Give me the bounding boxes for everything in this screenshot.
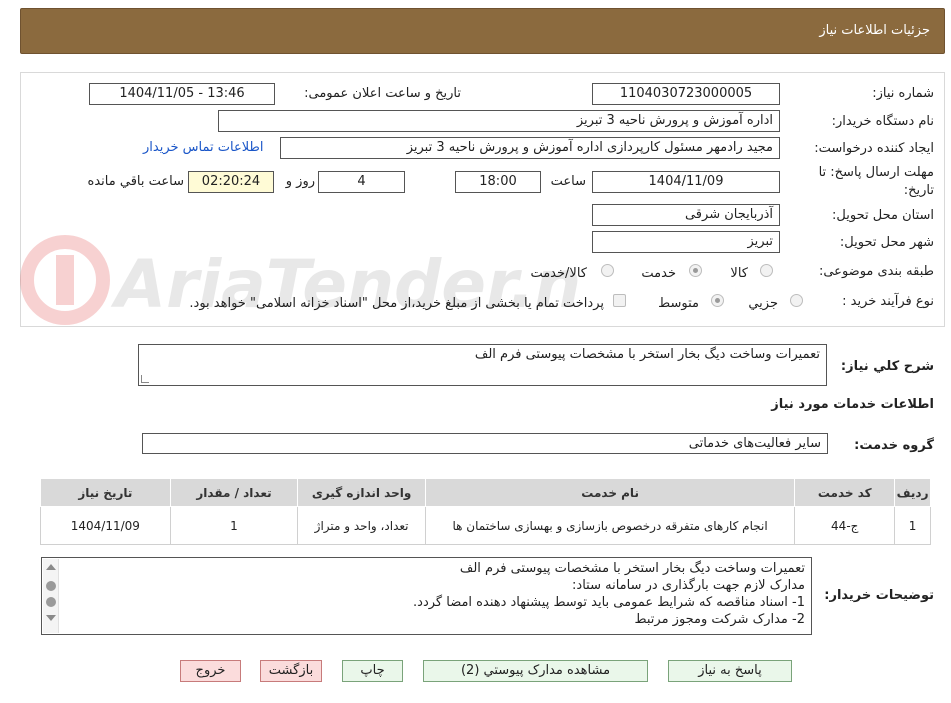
table-header-row: رديف کد خدمت نام خدمت واحد اندازه گيری ت…: [40, 478, 931, 507]
treasury-payment-checkbox[interactable]: [613, 294, 626, 307]
print-button[interactable]: چاپ: [342, 660, 403, 682]
general-description-textarea[interactable]: تعمیرات وساخت دیگ بخار استخر با مشخصات پ…: [138, 344, 827, 386]
scroll-up-icon[interactable]: [46, 564, 56, 570]
exit-button[interactable]: خروج: [180, 660, 241, 682]
province-label: استان محل تحویل:: [832, 208, 934, 223]
deadline-label: مهلت ارسال پاسخ: تا: [818, 165, 934, 180]
requester-label: ايجاد كننده درخواست:: [814, 141, 934, 156]
cell-need-date: 1404/11/09: [40, 506, 171, 545]
col-header-service-code: کد خدمت: [794, 478, 896, 507]
requester-field[interactable]: مجید رادمهر مسئول کارپردازی اداره آموزش …: [280, 137, 780, 159]
resize-handle-icon[interactable]: [141, 375, 149, 383]
process-minor-label: جزیي: [748, 296, 778, 311]
back-button[interactable]: بازگشت: [260, 660, 322, 682]
col-header-quantity: تعداد / مقدار: [169, 478, 299, 507]
remaining-days-field: 4: [318, 171, 405, 193]
page-header: جزئیات اطلاعات نیاز: [20, 8, 945, 54]
scroll-thumb-icon[interactable]: [46, 597, 56, 607]
deadline-date-field[interactable]: 1404/11/09: [592, 171, 780, 193]
category-service-label: خدمت: [641, 266, 676, 281]
buyer-notes-line: تعمیرات وساخت دیگ بخار استخر با مشخصات پ…: [459, 561, 805, 576]
remaining-label: ساعت باقي مانده: [87, 174, 184, 189]
announce-datetime-label: تاریخ و ساعت اعلان عمومی:: [304, 86, 461, 101]
scroll-down-icon[interactable]: [46, 615, 56, 621]
city-field[interactable]: تبریز: [592, 231, 780, 253]
services-section-title: اطلاعات خدمات مورد نياز: [771, 397, 934, 412]
treasury-payment-note: پرداخت تمام یا بخشی از مبلغ خرید،از محل …: [189, 296, 604, 311]
process-medium-radio[interactable]: [711, 294, 724, 307]
col-header-unit: واحد اندازه گيری: [297, 478, 426, 507]
category-label: طبقه بندی موضوعی:: [818, 264, 934, 279]
buyer-contact-link[interactable]: اطلاعات تماس خریدار: [143, 140, 263, 155]
deadline-time-label: ساعت: [550, 174, 586, 189]
buyer-notes-label: توضیحات خریدار:: [824, 588, 934, 603]
service-group-label: گروه خدمت:: [854, 438, 934, 453]
category-goods-service-radio[interactable]: [601, 264, 614, 277]
cell-service-code: ج-44: [794, 506, 896, 545]
table-row: 1 ج-44 انجام کارهای متفرقه درخصوص بازساز…: [40, 506, 931, 545]
cell-unit: تعداد، واحد و متراژ: [297, 506, 426, 545]
cell-row-number: 1: [894, 506, 931, 545]
buyer-notes-line: 1- اسناد مناقصه که شرایط عمومی باید توسط…: [413, 595, 805, 610]
province-field[interactable]: آذربایجان شرقی: [592, 204, 780, 226]
buyer-org-field[interactable]: اداره آموزش و پرورش ناحیه 3 تبریز: [218, 110, 780, 132]
services-table: رديف کد خدمت نام خدمت واحد اندازه گيری ت…: [40, 478, 931, 545]
buyer-notes-line: 2- مدارک شرکت ومجوز مرتبط: [634, 612, 805, 627]
announce-datetime-field[interactable]: 1404/11/05 - 13:46: [89, 83, 275, 105]
col-header-row-number: رديف: [894, 478, 931, 507]
need-number-field[interactable]: 1104030723000005: [592, 83, 780, 105]
process-medium-label: متوسط: [658, 296, 699, 311]
buyer-notes-line: مدارک لازم جهت بارگذاری در سامانه ستاد:: [572, 578, 805, 593]
process-label: نوع فرآیند خرید :: [842, 294, 934, 309]
city-label: شهر محل تحویل:: [839, 235, 934, 250]
general-description-text: تعمیرات وساخت دیگ بخار استخر با مشخصات پ…: [474, 347, 820, 362]
need-number-label: شماره نیاز:: [872, 86, 934, 101]
cell-service-name: انجام کارهای متفرقه درخصوص بازسازی و بهس…: [424, 506, 796, 545]
cell-quantity: 1: [169, 506, 299, 545]
view-attachments-button[interactable]: مشاهده مدارک پیوستي (2): [423, 660, 648, 682]
category-service-radio[interactable]: [689, 264, 702, 277]
category-goods-radio[interactable]: [760, 264, 773, 277]
deadline-label-2: تاریخ:: [903, 183, 934, 198]
category-goods-service-label: کالا/خدمت: [530, 266, 587, 281]
col-header-service-name: نام خدمت: [424, 478, 796, 507]
scroll-thumb-icon[interactable]: [46, 581, 56, 591]
col-header-need-date: تاريخ نياز: [40, 478, 171, 507]
page-title: جزئیات اطلاعات نیاز: [819, 23, 930, 38]
buyer-notes-textarea[interactable]: تعمیرات وساخت دیگ بخار استخر با مشخصات پ…: [41, 557, 812, 635]
service-group-field[interactable]: سایر فعالیت‌های خدماتی: [142, 433, 828, 454]
category-goods-label: کالا: [730, 266, 748, 281]
days-label: روز و: [285, 174, 315, 189]
reply-button[interactable]: پاسخ به نیاز: [668, 660, 792, 682]
buyer-notes-scrollbar[interactable]: [43, 559, 59, 633]
process-minor-radio[interactable]: [790, 294, 803, 307]
remaining-time-field: 02:20:24: [188, 171, 274, 193]
deadline-time-field[interactable]: 18:00: [455, 171, 541, 193]
buyer-org-label: نام دستگاه خريدار:: [831, 114, 934, 129]
general-description-label: شرح کلي نياز:: [840, 359, 934, 374]
